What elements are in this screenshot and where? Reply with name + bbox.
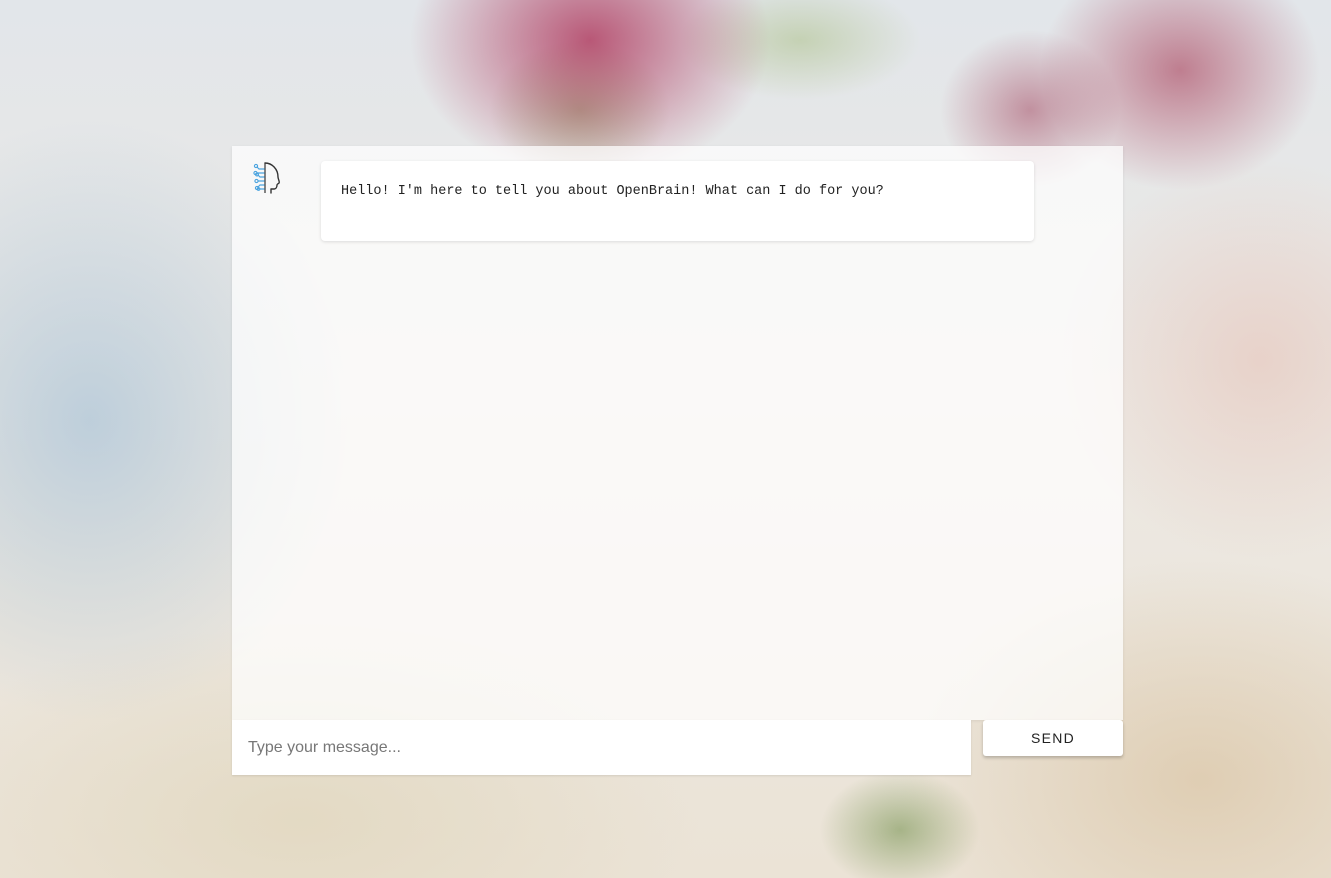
send-button[interactable]: SEND: [983, 720, 1123, 756]
message-input[interactable]: [232, 720, 971, 775]
message-text: Hello! I'm here to tell you about OpenBr…: [341, 184, 884, 199]
message-composer: SEND: [232, 720, 1123, 775]
brain-head-icon: [248, 161, 282, 195]
page-background: { "chat": { "messages": [ { "sender": "b…: [0, 0, 1331, 878]
message-bubble: Hello! I'm here to tell you about OpenBr…: [321, 161, 1034, 241]
bot-avatar: [248, 161, 282, 195]
chat-window[interactable]: Hello! I'm here to tell you about OpenBr…: [232, 146, 1123, 720]
